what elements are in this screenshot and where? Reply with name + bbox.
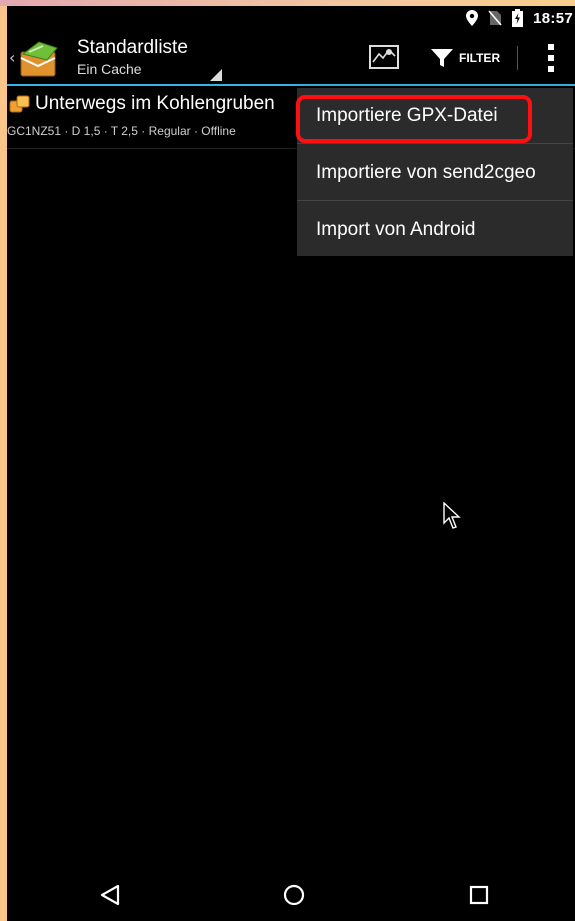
home-icon[interactable] <box>283 884 305 906</box>
overflow-menu-icon[interactable] <box>545 44 557 72</box>
device-frame: 18:57 ‹ Standardliste Ein Cache FILTER U… <box>0 0 575 921</box>
filter-button[interactable]: FILTER <box>431 44 500 72</box>
action-divider <box>517 46 518 70</box>
navigation-bar <box>7 864 575 921</box>
filter-label: FILTER <box>459 51 501 65</box>
left-bezel <box>0 0 7 921</box>
overflow-popup-menu: Importiere GPX-Datei Importiere von send… <box>297 88 573 256</box>
page-subtitle: Ein Cache <box>77 61 142 77</box>
page-title: Standardliste <box>77 37 188 58</box>
menu-item-import-android[interactable]: Import von Android <box>297 202 573 258</box>
menu-item-import-gpx[interactable]: Importiere GPX-Datei <box>297 88 573 144</box>
mouse-cursor-icon <box>443 502 461 529</box>
up-caret-icon[interactable]: ‹ <box>9 48 15 67</box>
battery-charging-icon <box>512 9 524 27</box>
location-pin-icon <box>466 10 479 26</box>
screen: 18:57 ‹ Standardliste Ein Cache FILTER U… <box>7 6 575 921</box>
status-bar: 18:57 <box>7 6 575 30</box>
cache-type-icon <box>9 95 30 113</box>
spinner-triangle-icon[interactable] <box>210 69 222 81</box>
recent-apps-icon[interactable] <box>469 885 489 905</box>
cache-meta: GC1NZ51 · D 1,5 · T 2,5 · Regular · Offl… <box>7 124 236 138</box>
status-time: 18:57 <box>533 9 573 27</box>
funnel-icon <box>431 49 453 67</box>
map-icon[interactable] <box>369 44 399 70</box>
back-icon[interactable] <box>99 884 121 906</box>
menu-item-import-send2cgeo[interactable]: Importiere von send2cgeo <box>297 145 573 201</box>
app-logo-icon[interactable] <box>17 38 61 78</box>
action-bar: ‹ Standardliste Ein Cache FILTER <box>7 30 575 86</box>
list-selector[interactable]: Standardliste Ein Cache <box>77 36 227 78</box>
no-sim-icon <box>488 10 502 26</box>
cache-name: Unterwegs im Kohlengruben <box>35 93 275 114</box>
